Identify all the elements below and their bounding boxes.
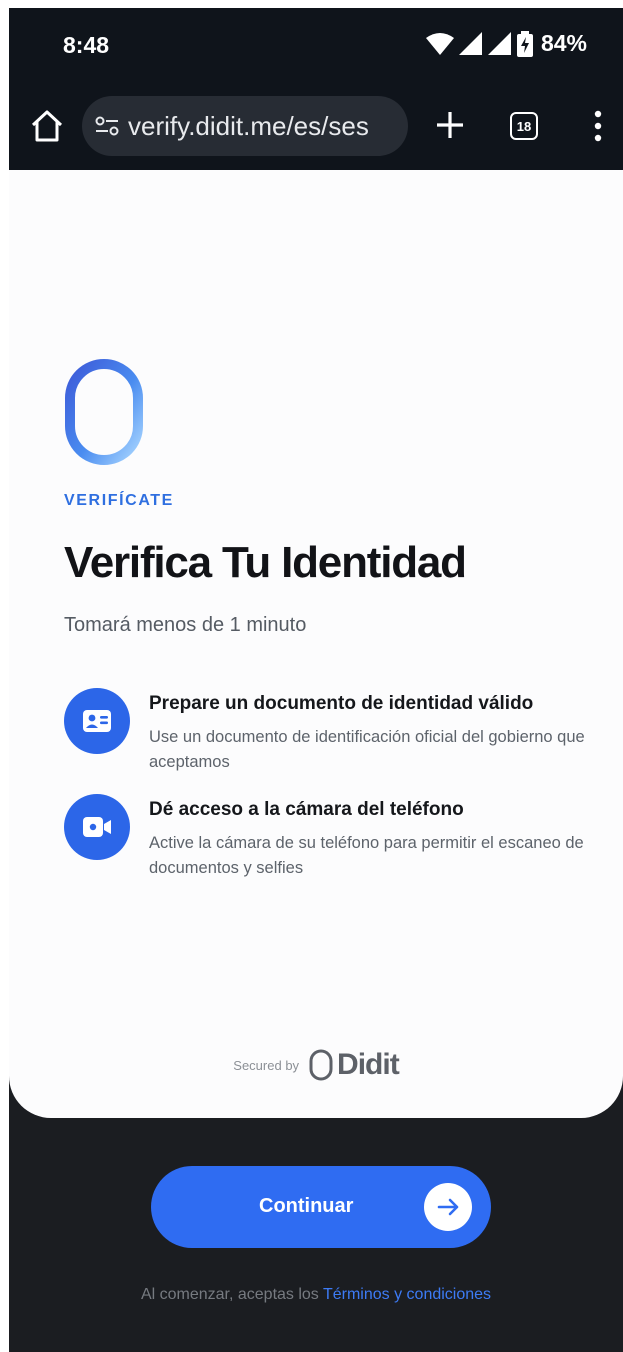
eyebrow-label: VERIFÍCATE <box>64 492 174 509</box>
video-camera-icon <box>64 794 130 860</box>
didit-brand-logo: Didit <box>309 1048 400 1082</box>
terms-link[interactable]: Términos y condiciones <box>323 1286 491 1303</box>
secured-by-label: Secured by <box>233 1057 300 1073</box>
signal-icon <box>487 31 511 55</box>
feature-description: Use un documento de identificación ofici… <box>149 728 585 771</box>
url-text: verify.didit.me/es/ses <box>128 110 369 141</box>
continue-button[interactable]: Continuar <box>151 1166 491 1248</box>
feature-description: Active la cámara de su teléfono para per… <box>149 834 584 877</box>
page-title: Verifica Tu Identidad <box>64 538 467 587</box>
more-vert-icon[interactable] <box>589 108 607 144</box>
verification-card: VERIFÍCATE Verifica Tu Identidad Tomará … <box>9 170 623 1118</box>
terms-prefix: Al comenzar, aceptas los <box>140 1286 323 1303</box>
secured-by-badge: Secured by Didit <box>9 1048 623 1082</box>
signal-icon <box>458 31 482 55</box>
didit-logo-icon <box>65 359 143 465</box>
arrow-right-icon <box>424 1183 472 1231</box>
wifi-icon <box>425 32 454 55</box>
address-bar[interactable]: verify.didit.me/es/ses <box>82 96 408 156</box>
didit-mark-icon <box>309 1049 333 1081</box>
battery-percent: 84% <box>540 30 587 56</box>
terms-notice: Al comenzar, aceptas los Términos y cond… <box>9 1286 623 1304</box>
home-icon[interactable] <box>29 108 65 144</box>
phone-screen: 8:48 84% verify.didit.me/es/ses 18 VERIF… <box>9 8 623 1352</box>
plus-icon[interactable] <box>433 108 467 142</box>
browser-toolbar: verify.didit.me/es/ses 18 <box>9 86 623 170</box>
tab-count: 18 <box>516 118 532 134</box>
brand-name: Didit <box>337 1048 400 1081</box>
tabs-icon[interactable]: 18 <box>510 112 538 140</box>
continue-label: Continuar <box>259 1195 354 1217</box>
battery-charging-icon <box>516 30 533 57</box>
page-subtitle: Tomará menos de 1 minuto <box>64 614 307 636</box>
status-indicators: 84% <box>425 30 587 57</box>
id-card-icon <box>64 688 130 754</box>
status-time: 8:48 <box>63 32 110 58</box>
status-bar: 8:48 84% <box>9 8 623 86</box>
feature-title: Prepare un documento de identidad válido <box>149 693 534 714</box>
feature-title: Dé acceso a la cámara del teléfono <box>149 799 464 820</box>
site-settings-icon[interactable] <box>94 113 120 139</box>
